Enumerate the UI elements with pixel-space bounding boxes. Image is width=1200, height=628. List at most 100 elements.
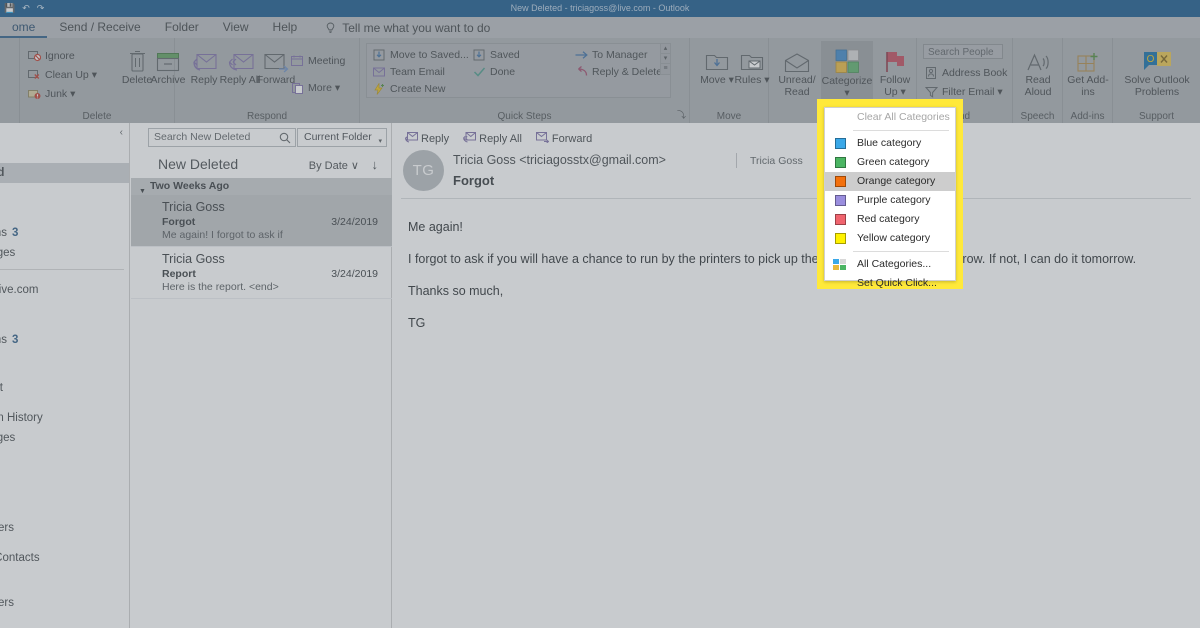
- tell-me-box[interactable]: Tell me what you want to do: [325, 21, 490, 35]
- menu-item-orange-category[interactable]: Orange category: [825, 172, 955, 191]
- undo-icon[interactable]: ↶: [22, 0, 30, 17]
- svg-text:O: O: [1146, 54, 1154, 65]
- quick-step-saved[interactable]: Saved: [473, 47, 520, 63]
- folder-row-inbox[interactable]: Inbox: [0, 308, 129, 328]
- folder-row-rss-feeds[interactable]: RSS Feeds: [0, 493, 129, 513]
- new-items-button[interactable]: s ▾: [0, 79, 1, 91]
- tab-help[interactable]: Help: [261, 17, 310, 38]
- quick-steps-scroll[interactable]: ▴ ▾ ≡: [660, 43, 671, 75]
- tab-send-receive[interactable]: Send / Receive: [47, 17, 152, 38]
- sort-dropdown[interactable]: By Date ∨: [309, 159, 359, 172]
- menu-item-blue-category[interactable]: Blue category: [825, 134, 955, 153]
- arrow-down-icon[interactable]: ↓: [372, 157, 379, 172]
- folder-row-favorites[interactable]: Favorites: [0, 123, 129, 143]
- quick-steps-gallery[interactable]: Move to Saved... Team Email Create New S…: [366, 43, 671, 98]
- ignore-button[interactable]: Ignore: [28, 48, 75, 64]
- quick-step-move-to-saved[interactable]: Move to Saved...: [373, 47, 469, 63]
- message-subject: Report: [162, 268, 196, 280]
- more-button[interactable]: More ▾: [291, 80, 340, 96]
- folder-row-suggested-contacts[interactable]: Suggested Contacts: [0, 548, 129, 568]
- folder-row-notes[interactable]: Notes: [0, 573, 129, 593]
- menu-item-clear-all-categories[interactable]: Clear All Categories: [825, 108, 955, 127]
- scroll-down-button[interactable]: ▾: [661, 54, 670, 64]
- folder-row-deleted-items[interactable]: Deleted Items 3: [0, 330, 129, 350]
- folder-row-account[interactable]: triciagoss@live.com: [0, 280, 129, 300]
- read-aloud-button[interactable]: Read Aloud: [1015, 43, 1061, 98]
- ribbon-group-delete: Ignore Clean Up ▾ Junk ▾ Delete Archive …: [20, 38, 186, 123]
- blue-swatch-icon: [835, 138, 846, 149]
- search-input[interactable]: Search New Deleted: [148, 128, 296, 147]
- folder-row-search-folders[interactable]: Search Folders: [0, 518, 129, 538]
- folder-row-inbox-fav[interactable]: Inbox: [0, 183, 129, 203]
- menu-item-green-category[interactable]: Green category: [825, 153, 955, 172]
- address-book-button[interactable]: Address Book: [925, 65, 1007, 81]
- tab-folder[interactable]: Folder: [153, 17, 211, 38]
- quick-step-team-email[interactable]: Team Email: [373, 64, 445, 80]
- quick-step-done[interactable]: Done: [473, 64, 515, 80]
- scroll-more-button[interactable]: ≡: [661, 64, 670, 74]
- junk-icon: [28, 88, 41, 101]
- quick-step-create-new[interactable]: Create New: [373, 81, 445, 97]
- table-row[interactable]: Tricia Goss Report Here is the report. <…: [131, 247, 392, 299]
- quick-step-to-manager[interactable]: To Manager: [575, 47, 647, 63]
- menu-item-yellow-category[interactable]: Yellow category: [825, 229, 955, 248]
- quick-step-label: Saved: [490, 49, 520, 61]
- read-aloud-label: Read Aloud: [1024, 74, 1052, 98]
- folder-row-outbox[interactable]: Outbox: [0, 448, 129, 468]
- ribbon-group-new: w s ▾: [0, 38, 20, 123]
- quick-step-reply-delete[interactable]: Reply & Delete: [575, 64, 662, 80]
- message-body: Me again! I forgot to ask if you will ha…: [408, 211, 1188, 339]
- scroll-up-button[interactable]: ▴: [661, 44, 670, 54]
- folder-label: Conversation History: [0, 412, 43, 424]
- folder-label: Suggested Contacts: [0, 552, 40, 564]
- group-label-move: Move: [716, 111, 742, 122]
- menu-item-red-category[interactable]: Red category: [825, 210, 955, 229]
- quick-steps-dialog-launcher[interactable]: ⤵: [677, 108, 686, 121]
- ignore-icon: [28, 50, 41, 63]
- search-icon[interactable]: [279, 132, 291, 150]
- forward-button[interactable]: Forward: [535, 131, 592, 146]
- tab-home[interactable]: ome: [0, 17, 48, 38]
- junk-button[interactable]: Junk ▾: [28, 86, 75, 102]
- filter-email-button[interactable]: Filter Email ▾: [925, 84, 1003, 100]
- folder-row-conversation-history[interactable]: Conversation History: [0, 408, 129, 428]
- redo-icon[interactable]: ↷: [37, 0, 45, 17]
- folder-row-deleted-items-fav[interactable]: Deleted Items 3: [0, 223, 129, 243]
- table-row[interactable]: Tricia Goss Forgot Me again! I forgot to…: [131, 195, 392, 247]
- folder-row-sent-messages[interactable]: Sent Messages: [0, 428, 129, 448]
- categorize-menu[interactable]: Clear All Categories Blue category Green…: [824, 107, 956, 289]
- menu-item-purple-category[interactable]: Purple category: [825, 191, 955, 210]
- folder-row-drafts[interactable]: Drafts [1]: [0, 468, 129, 488]
- quick-step-label: Create New: [390, 83, 446, 95]
- search-people-input[interactable]: Search People: [923, 44, 1003, 59]
- folder-row-drafts-fav[interactable]: Drafts [1]: [0, 203, 129, 223]
- folder-row-junk[interactable]: Junk Email: [0, 355, 129, 375]
- ribbon-group-respond: Reply Reply All Forward Meeting More ▾ R…: [175, 38, 360, 123]
- move-to-folder-icon: [373, 49, 386, 62]
- menu-item-all-categories[interactable]: All Categories...: [825, 255, 955, 274]
- search-scope-dropdown[interactable]: Current Folder ▾: [297, 128, 387, 147]
- folder-row-new-deleted[interactable]: New Deleted: [0, 163, 129, 183]
- reply-all-button[interactable]: Reply All: [463, 131, 522, 146]
- unread-read-button[interactable]: Unread/ Read: [773, 43, 821, 98]
- reply-all-icon: [463, 131, 477, 146]
- chevron-down-icon[interactable]: ▾: [378, 133, 382, 150]
- meeting-button[interactable]: Meeting: [291, 53, 345, 69]
- folder-row-sent-fav[interactable]: Sent Messages: [0, 243, 129, 263]
- green-swatch-icon: [835, 157, 846, 168]
- message-group-header[interactable]: ▼ Two Weeks Ago: [131, 178, 392, 195]
- folder-row-search-folders-2[interactable]: Search Folders: [0, 593, 129, 613]
- reply-button[interactable]: Reply: [404, 131, 449, 146]
- get-addins-button[interactable]: Get Add-ins: [1065, 43, 1111, 98]
- menu-item-set-quick-click[interactable]: Set Quick Click...: [825, 274, 955, 293]
- quick-access-toolbar[interactable]: 💾 ↶ ↷: [4, 0, 44, 17]
- solve-outlook-problems-button[interactable]: O Solve Outlook Problems: [1123, 43, 1191, 98]
- clean-up-button[interactable]: Clean Up ▾: [28, 67, 97, 83]
- tab-view[interactable]: View: [211, 17, 261, 38]
- folder-pane[interactable]: ‹ Favorites New Deleted Inbox Drafts [1]…: [0, 123, 130, 628]
- folder-row-archive-vault[interactable]: Archive Vault: [0, 378, 129, 398]
- ribbon-tab-bar[interactable]: ome Send / Receive Folder View Help Tell…: [0, 17, 1200, 38]
- follow-up-button[interactable]: Follow Up ▾: [875, 43, 915, 98]
- folder-label: Search Folders: [0, 522, 14, 534]
- save-icon[interactable]: 💾: [4, 0, 15, 17]
